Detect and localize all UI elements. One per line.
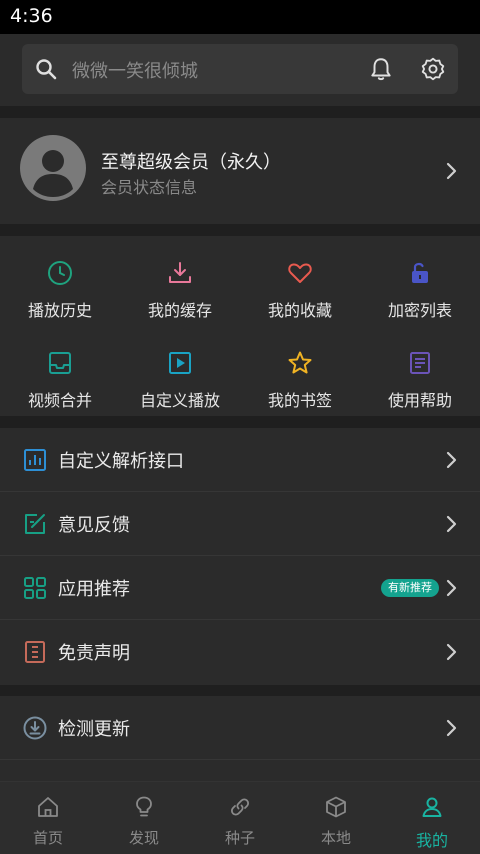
grid-label: 我的收藏: [267, 301, 332, 320]
top-bar: 微微一笑很倾城: [0, 34, 480, 106]
nav-tab-home[interactable]: 首页: [0, 782, 96, 854]
download-circle-icon: [23, 716, 47, 740]
menu-item-disclaimer[interactable]: 免责声明: [0, 620, 480, 684]
search-icon: [36, 59, 57, 80]
menu-label: 应用推荐: [58, 579, 130, 600]
grid-item-bookmarks[interactable]: 我的书签: [240, 334, 360, 414]
nav-label: 本地: [320, 829, 351, 847]
search-placeholder[interactable]: 微微一笑很倾城: [72, 57, 198, 83]
nav-tab-seeds[interactable]: 种子: [192, 782, 288, 854]
unlock-icon: [412, 262, 428, 283]
chevron-right-icon: [446, 719, 457, 737]
grid-item-help[interactable]: 使用帮助: [360, 334, 480, 414]
inbox-icon: [49, 352, 71, 374]
vip-profile-card[interactable]: 至尊超级会员（永久） 会员状态信息: [0, 118, 480, 224]
chevron-right-icon: [446, 451, 457, 469]
nav-label: 我的: [415, 831, 448, 850]
list-doc-icon: [25, 641, 45, 663]
menu-item-check-update[interactable]: 检测更新: [0, 696, 480, 760]
avatar: [20, 135, 86, 201]
nav-tab-discover[interactable]: 发现: [96, 782, 192, 854]
update-menu: 检测更新: [0, 696, 480, 782]
feature-grid: 播放历史 我的缓存 我的收藏 加密列表 视频合并 自定义播放 我的书签 使用帮助: [0, 236, 480, 416]
play-square-icon: [169, 352, 191, 374]
grid-item-custom-play[interactable]: 自定义播放: [120, 334, 240, 414]
status-bar: 4:36: [0, 0, 480, 34]
nav-tab-mine[interactable]: 我的: [384, 782, 480, 854]
bulb-icon: [136, 796, 152, 817]
edit-icon: [25, 514, 45, 534]
nav-label: 种子: [224, 829, 255, 847]
chart-icon: [24, 449, 46, 471]
chevron-right-icon: [446, 515, 457, 533]
grid-item-merge[interactable]: 视频合并: [0, 334, 120, 414]
nav-tab-local[interactable]: 本地: [288, 782, 384, 854]
chevron-right-icon: [446, 643, 457, 661]
menu-label: 检测更新: [58, 719, 130, 740]
grid-label: 我的书签: [267, 391, 332, 410]
divider: [0, 759, 480, 760]
menu-label: 免责声明: [58, 643, 130, 664]
grid-label: 我的缓存: [147, 301, 212, 320]
bell-icon[interactable]: [368, 56, 394, 82]
clock-icon: [48, 261, 72, 285]
cube-icon: [326, 796, 346, 818]
search-bar[interactable]: 微微一笑很倾城: [22, 44, 458, 94]
grid-label: 使用帮助: [387, 391, 452, 410]
home-icon: [38, 797, 58, 817]
vip-title: 至尊超级会员（永久）: [101, 152, 281, 173]
menu-label: 意见反馈: [58, 515, 130, 536]
menu-item-feedback[interactable]: 意见反馈: [0, 492, 480, 556]
grid-label: 自定义播放: [139, 391, 220, 410]
gear-icon[interactable]: [420, 56, 446, 82]
heart-icon: [288, 263, 312, 283]
status-time: 4:36: [10, 5, 53, 27]
bottom-navigation: 首页 发现 种子 本地 我的: [0, 781, 480, 854]
download-icon: [169, 262, 191, 283]
grid-item-cache[interactable]: 我的缓存: [120, 244, 240, 324]
grid-item-favorites[interactable]: 我的收藏: [240, 244, 360, 324]
new-badge: 有新推荐: [381, 579, 439, 597]
person-icon: [422, 797, 442, 817]
link-icon: [230, 798, 250, 816]
menu-item-app-recommend[interactable]: 应用推荐 有新推荐: [0, 556, 480, 620]
settings-menu: 自定义解析接口 意见反馈 应用推荐 有新推荐 免责声明: [0, 428, 480, 685]
document-icon: [410, 352, 430, 374]
menu-item-custom-parse[interactable]: 自定义解析接口: [0, 428, 480, 492]
grid-label: 加密列表: [387, 301, 452, 320]
grid-item-history[interactable]: 播放历史: [0, 244, 120, 324]
vip-subtitle: 会员状态信息: [101, 178, 198, 197]
grid-item-encrypted[interactable]: 加密列表: [360, 244, 480, 324]
nav-label: 发现: [128, 829, 159, 847]
grid-label: 视频合并: [27, 391, 92, 410]
nav-label: 首页: [32, 829, 63, 847]
chevron-right-icon: [446, 162, 457, 180]
grid-icon: [24, 577, 46, 599]
star-icon: [288, 351, 312, 374]
menu-label: 自定义解析接口: [58, 451, 184, 472]
chevron-right-icon: [446, 579, 457, 597]
grid-label: 播放历史: [27, 301, 92, 320]
